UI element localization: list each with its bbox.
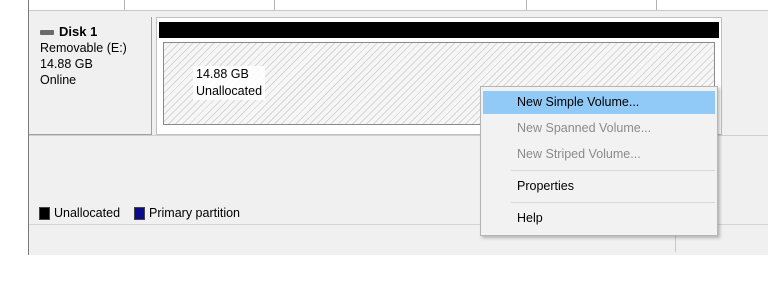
column-divider bbox=[124, 0, 125, 10]
disk-status: Online bbox=[40, 73, 77, 87]
volume-size: 14.88 GB bbox=[196, 67, 249, 81]
volume-text: 14.88 GB Unallocated bbox=[193, 66, 266, 100]
unallocated-swatch bbox=[39, 206, 50, 220]
menu-separator bbox=[511, 170, 715, 171]
disk-size: 14.88 GB bbox=[40, 57, 93, 71]
unallocated-color-bar bbox=[159, 22, 719, 38]
volume-list-scroll-edge bbox=[29, 0, 768, 11]
menu-item-new-spanned-volume[interactable]: New Spanned Volume... bbox=[483, 117, 715, 140]
menu-item-help[interactable]: Help bbox=[483, 207, 715, 230]
menu-item-properties[interactable]: Properties bbox=[483, 175, 715, 198]
menu-item-new-simple-volume[interactable]: New Simple Volume... bbox=[483, 91, 715, 114]
disk-name: Disk 1 bbox=[59, 24, 98, 39]
column-divider bbox=[526, 0, 527, 10]
menu-item-new-striped-volume[interactable]: New Striped Volume... bbox=[483, 143, 715, 166]
volume-state: Unallocated bbox=[196, 84, 263, 98]
menu-separator bbox=[511, 202, 715, 203]
disk-title-row: Disk 1 bbox=[40, 24, 151, 40]
column-divider bbox=[656, 0, 657, 10]
legend: Unallocated Primary partition bbox=[39, 206, 240, 220]
legend-primary: Primary partition bbox=[149, 206, 241, 220]
disk-label-panel[interactable]: Disk 1 Removable (E:) 14.88 GB Online bbox=[29, 17, 152, 135]
disk-icon bbox=[40, 29, 54, 35]
column-divider bbox=[274, 0, 275, 10]
context-menu: New Simple Volume... New Spanned Volume.… bbox=[480, 86, 718, 236]
disk-type: Removable (E:) bbox=[40, 41, 127, 55]
legend-unallocated: Unallocated bbox=[54, 206, 121, 220]
primary-partition-swatch bbox=[134, 206, 146, 220]
